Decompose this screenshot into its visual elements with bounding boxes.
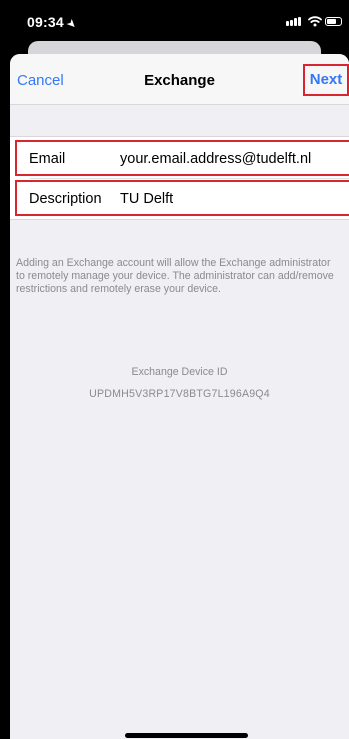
- device-id-label: Exchange Device ID: [131, 366, 228, 378]
- location-arrow-icon: ➤: [64, 17, 79, 32]
- device-id-value: UPDMH5V3RP17V8BTG7L196A9Q4: [89, 388, 270, 400]
- exchange-info-text: Adding an Exchange account will allow th…: [16, 257, 334, 295]
- signal-bar: [286, 21, 289, 26]
- description-value[interactable]: TU Delft: [120, 191, 173, 207]
- wifi-icon: [308, 16, 322, 27]
- account-form: Email your.email.address@tudelft.nl Desc…: [10, 136, 349, 220]
- signal-bar: [298, 17, 301, 26]
- email-label: Email: [29, 151, 66, 167]
- email-field[interactable]: Email your.email.address@tudelft.nl: [15, 140, 349, 176]
- description-label: Description: [29, 191, 102, 207]
- next-button[interactable]: Next: [303, 64, 349, 96]
- navigation-bar: Cancel Exchange Next: [10, 54, 349, 105]
- home-indicator[interactable]: [125, 733, 248, 738]
- exchange-sheet: Cancel Exchange Next Email your.email.ad…: [10, 54, 349, 739]
- signal-bar: [290, 20, 293, 26]
- email-value[interactable]: your.email.address@tudelft.nl: [120, 151, 311, 167]
- battery-icon: [325, 17, 342, 26]
- status-time-text: 09:34: [27, 14, 64, 30]
- signal-bar: [294, 18, 297, 26]
- description-field[interactable]: Description TU Delft: [15, 180, 349, 216]
- page-title: Exchange: [144, 72, 215, 89]
- status-bar: 09:34➤: [0, 0, 349, 40]
- status-time: 09:34➤: [27, 14, 79, 32]
- signal-icon: [286, 17, 301, 26]
- row-divider: [30, 178, 349, 179]
